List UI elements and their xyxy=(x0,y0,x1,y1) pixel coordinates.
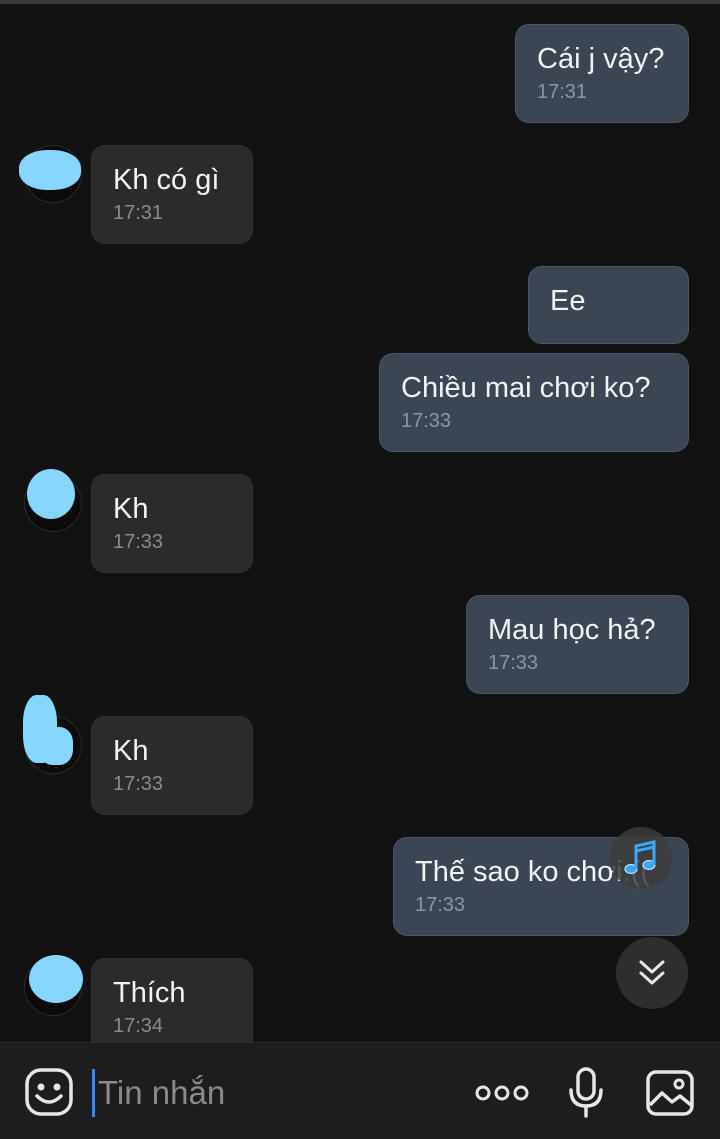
message-text: Thích xyxy=(113,977,186,1009)
incoming-message[interactable]: Thích 17:34 xyxy=(91,958,253,1042)
outgoing-message[interactable]: Mau học hả? 17:33 xyxy=(466,595,689,694)
message-text: Kh xyxy=(113,493,149,525)
image-gallery-icon xyxy=(646,1070,694,1116)
message-time: 17:31 xyxy=(113,202,164,224)
incoming-message[interactable]: Kh 17:33 xyxy=(91,474,253,573)
music-note-icon[interactable] xyxy=(610,827,672,889)
outgoing-message[interactable]: Ee xyxy=(528,266,689,344)
message-time: 17:33 xyxy=(401,410,452,432)
message-time: 17:34 xyxy=(113,1015,164,1037)
scroll-down-button[interactable] xyxy=(616,937,688,1009)
outgoing-message[interactable]: Cái j vậy? 17:31 xyxy=(515,24,689,123)
incoming-message[interactable]: Kh có gì 17:31 xyxy=(91,145,253,244)
more-options-icon xyxy=(475,1085,529,1101)
message-time: 17:33 xyxy=(488,652,539,674)
emoji-icon xyxy=(25,1068,73,1116)
message-text: Kh xyxy=(113,735,149,767)
message-text: Ee xyxy=(550,285,586,317)
message-list[interactable]: Cái j vậy? 17:31 Kh có gì 17:31 Ee Chiều… xyxy=(0,4,720,1042)
message-text: Chiều mai chơi ko? xyxy=(401,372,651,404)
message-text: Cái j vậy? xyxy=(537,43,665,75)
scroll-down-icon xyxy=(639,960,665,985)
message-time: 17:33 xyxy=(113,773,164,795)
message-time: 17:33 xyxy=(113,531,164,553)
outgoing-message[interactable]: Chiều mai chơi ko? 17:33 xyxy=(379,353,689,452)
contact-avatar[interactable] xyxy=(19,145,82,203)
contact-avatar[interactable] xyxy=(24,469,82,532)
message-text: Mau học hả? xyxy=(488,614,656,646)
gallery-button[interactable] xyxy=(644,1067,696,1119)
more-options-button[interactable] xyxy=(472,1073,532,1113)
incoming-message[interactable]: Kh 17:33 xyxy=(91,716,253,815)
composer-bar xyxy=(0,1042,720,1139)
emoji-button[interactable] xyxy=(22,1065,76,1119)
contact-avatar[interactable] xyxy=(23,695,82,774)
contact-avatar[interactable] xyxy=(24,955,83,1016)
message-text: Kh có gì xyxy=(113,164,220,196)
microphone-icon xyxy=(569,1067,603,1118)
message-time: 17:33 xyxy=(415,894,466,916)
message-input[interactable] xyxy=(92,1073,458,1113)
message-time: 17:31 xyxy=(537,81,588,103)
microphone-button[interactable] xyxy=(562,1065,610,1121)
